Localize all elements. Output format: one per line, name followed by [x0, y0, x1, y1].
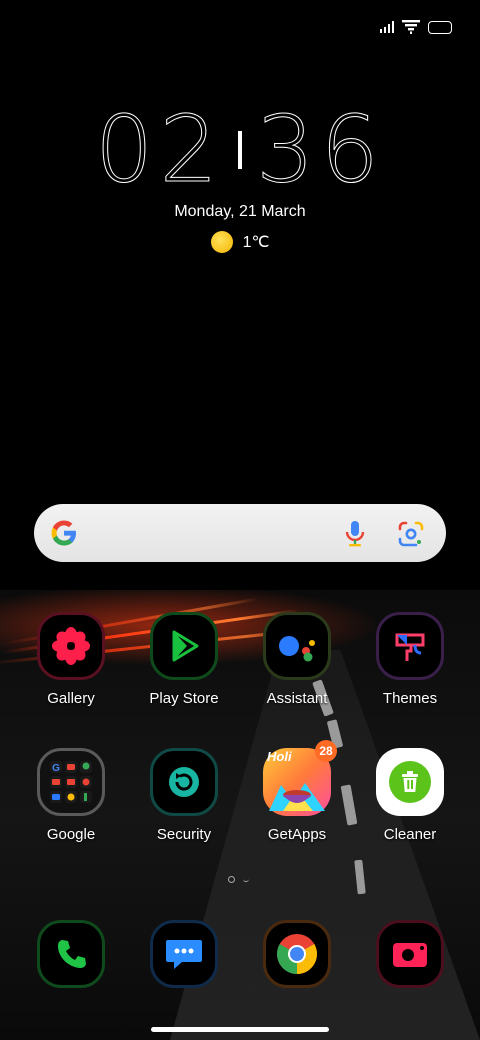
wifi-icon — [402, 20, 420, 34]
flower-icon — [37, 612, 105, 680]
microphone-icon[interactable] — [344, 520, 366, 548]
play-triangle-icon — [150, 612, 218, 680]
dock-chrome[interactable] — [241, 920, 353, 988]
phone-icon — [37, 920, 105, 988]
temperature-label: 1℃ — [242, 234, 270, 251]
camera-icon — [376, 920, 444, 988]
svg-text:G: G — [52, 763, 60, 774]
dock-phone[interactable] — [15, 920, 127, 988]
home-gesture-bar[interactable] — [151, 1027, 329, 1032]
sun-icon — [210, 231, 233, 253]
google-g-logo-icon — [51, 520, 76, 546]
battery-icon — [428, 20, 452, 34]
clock-minutes: 36 — [255, 96, 386, 203]
app-themes[interactable]: Themes — [354, 612, 466, 707]
app-getapps[interactable]: Holi 28 GetApps — [241, 740, 353, 843]
app-google-folder[interactable]: G Google — [15, 748, 127, 843]
app-label: Gallery — [47, 690, 95, 707]
app-cleaner[interactable]: Cleaner — [354, 748, 466, 843]
app-label: Themes — [382, 690, 438, 707]
app-assistant[interactable]: Assistant — [241, 612, 353, 707]
app-label: Google — [46, 826, 96, 843]
weather-widget[interactable]: 1℃ — [0, 231, 480, 253]
app-label: Assistant — [266, 690, 328, 707]
page-dot — [228, 876, 235, 883]
chrome-icon — [263, 920, 331, 988]
date-label[interactable]: Monday, 21 March — [0, 203, 480, 221]
clock-hours: 02 — [94, 96, 224, 203]
google-search-bar[interactable] — [34, 504, 446, 562]
google-lens-icon[interactable] — [398, 521, 424, 547]
page-dot-current — [243, 878, 249, 882]
app-label: GetApps — [267, 826, 327, 843]
assistant-dots-icon — [263, 612, 331, 680]
app-gallery[interactable]: Gallery — [15, 612, 127, 707]
app-play-store[interactable]: Play Store — [128, 612, 240, 707]
app-label: Cleaner — [383, 826, 437, 843]
app-label: Security — [156, 826, 212, 843]
message-bubble-icon — [150, 920, 218, 988]
status-bar — [380, 14, 452, 40]
cellular-signal-icon — [380, 21, 394, 33]
google-folder-icon: G — [37, 748, 105, 816]
getapps-banner: Holi — [267, 749, 292, 764]
paint-roller-icon — [376, 612, 444, 680]
clock-separator — [238, 130, 242, 169]
refresh-shield-icon — [150, 748, 218, 816]
trash-icon — [376, 748, 444, 816]
dock-camera[interactable] — [354, 920, 466, 988]
notification-badge: 28 — [315, 740, 337, 762]
app-label: Play Store — [149, 690, 219, 707]
getapps-holi-icon: Holi 28 — [263, 740, 337, 816]
app-security[interactable]: Security — [128, 748, 240, 843]
page-indicator[interactable] — [228, 876, 249, 883]
lockscreen-clock[interactable]: 02 36 — [0, 96, 480, 203]
dock-messages[interactable] — [128, 920, 240, 988]
